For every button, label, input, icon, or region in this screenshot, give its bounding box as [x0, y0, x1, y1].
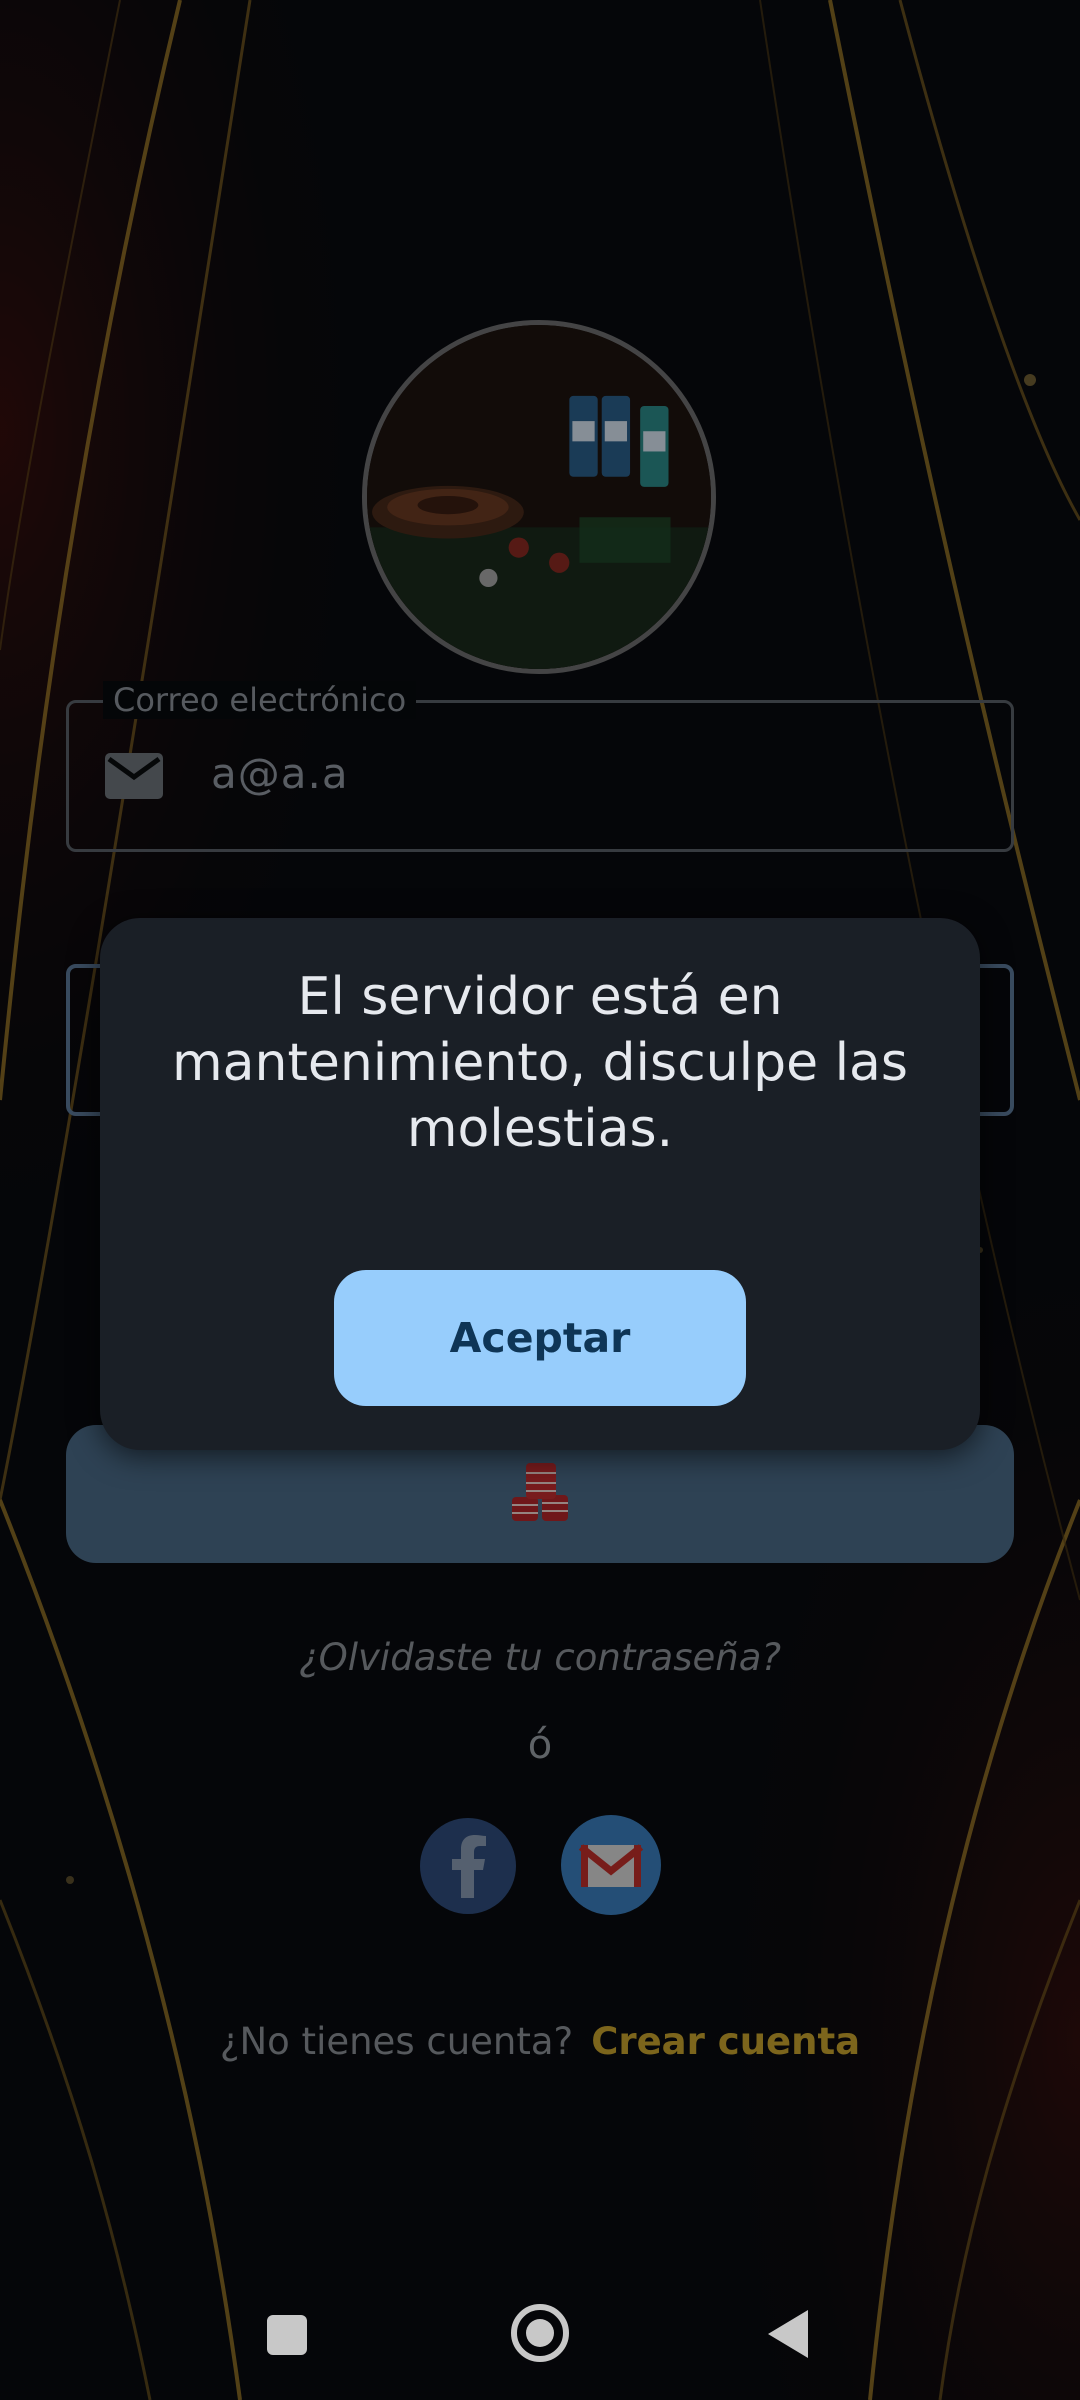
recents-icon[interactable] [267, 2315, 307, 2355]
back-icon[interactable] [768, 2310, 808, 2358]
maintenance-dialog: El servidor está en mantenimiento, discu… [100, 918, 980, 1450]
system-navigation-bar [0, 2280, 1080, 2400]
home-icon[interactable] [511, 2304, 569, 2362]
accept-button[interactable]: Aceptar [334, 1270, 746, 1406]
dialog-message: El servidor está en mantenimiento, discu… [171, 967, 909, 1159]
